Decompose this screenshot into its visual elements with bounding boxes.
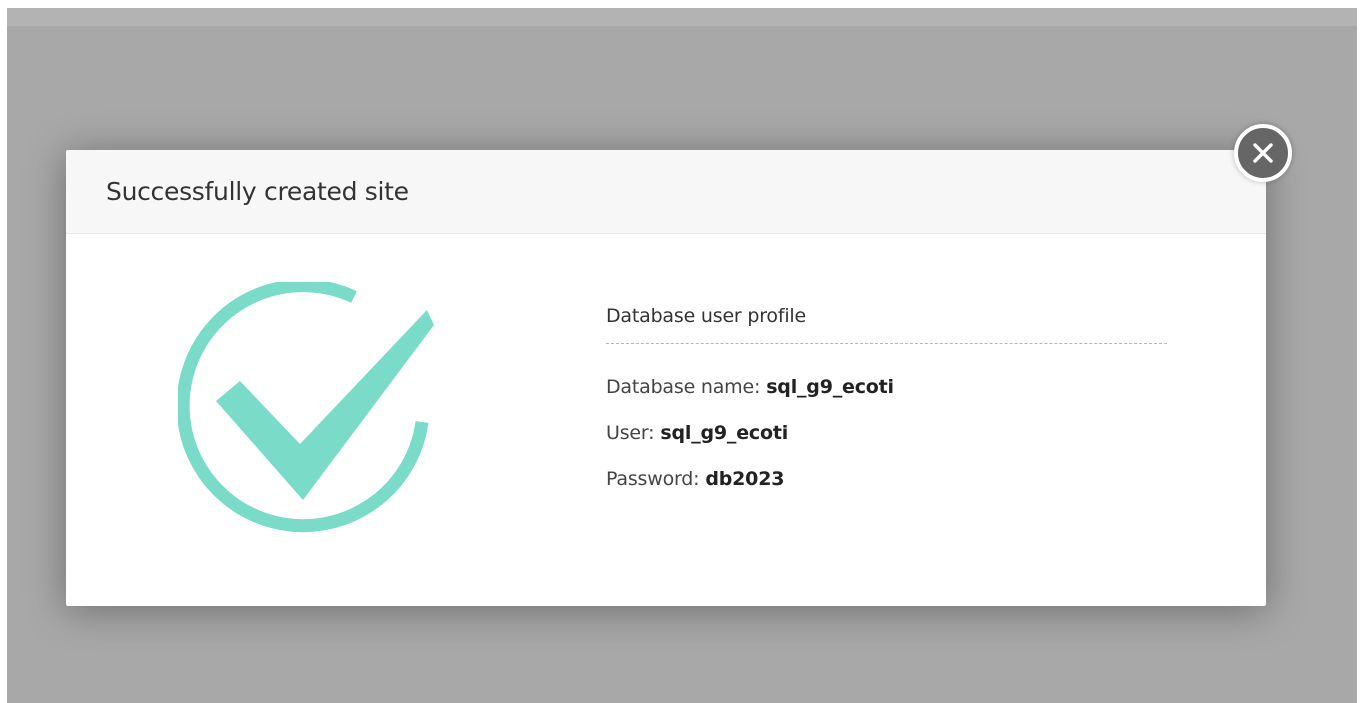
database-name-value: sql_g9_ecoti	[766, 376, 894, 398]
close-icon	[1253, 143, 1273, 163]
dialog-title: Successfully created site	[106, 177, 409, 206]
database-user-row: User: sql_g9_ecoti	[606, 410, 1167, 456]
database-name-label: Database name:	[606, 376, 761, 398]
success-dialog: Successfully created site Database user …	[66, 150, 1266, 606]
database-password-row: Password: db2023	[606, 456, 1167, 502]
check-circle-icon	[176, 279, 458, 557]
database-user-value: sql_g9_ecoti	[660, 422, 789, 444]
database-password-value: db2023	[705, 468, 785, 490]
dialog-header: Successfully created site	[66, 150, 1266, 234]
database-profile-heading: Database user profile	[606, 305, 1167, 344]
database-name-row: Database name: sql_g9_ecoti	[606, 364, 1167, 410]
database-user-label: User:	[606, 422, 655, 444]
overlay-top-strip	[7, 8, 1357, 26]
close-button[interactable]	[1234, 124, 1292, 182]
database-profile: Database user profile Database name: sql_…	[606, 305, 1167, 502]
database-password-label: Password:	[606, 468, 700, 490]
